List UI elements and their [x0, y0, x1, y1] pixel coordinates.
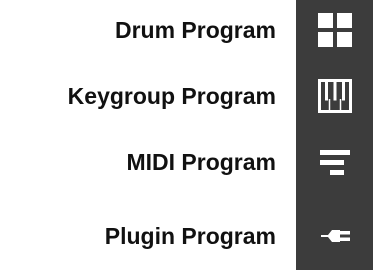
new-program-menu: Drum Program Keygroup Program MIDI Progr…	[0, 0, 373, 270]
menu-item-label: Drum Program	[114, 17, 276, 43]
menu-item-midi-program[interactable]: MIDI Program	[0, 132, 373, 192]
menu-item-label: Plugin Program	[104, 223, 276, 249]
plug-icon	[296, 206, 373, 266]
menu-item-label: MIDI Program	[126, 149, 276, 175]
menu-item-drum-program[interactable]: Drum Program	[0, 0, 373, 60]
menu-item-label: Keygroup Program	[67, 83, 276, 109]
menu-item-plugin-program[interactable]: Plugin Program	[0, 206, 373, 266]
midi-lines-icon	[296, 132, 373, 192]
menu-item-keygroup-program[interactable]: Keygroup Program	[0, 66, 373, 126]
grid-pads-icon	[296, 0, 373, 60]
piano-keys-icon	[296, 66, 373, 126]
